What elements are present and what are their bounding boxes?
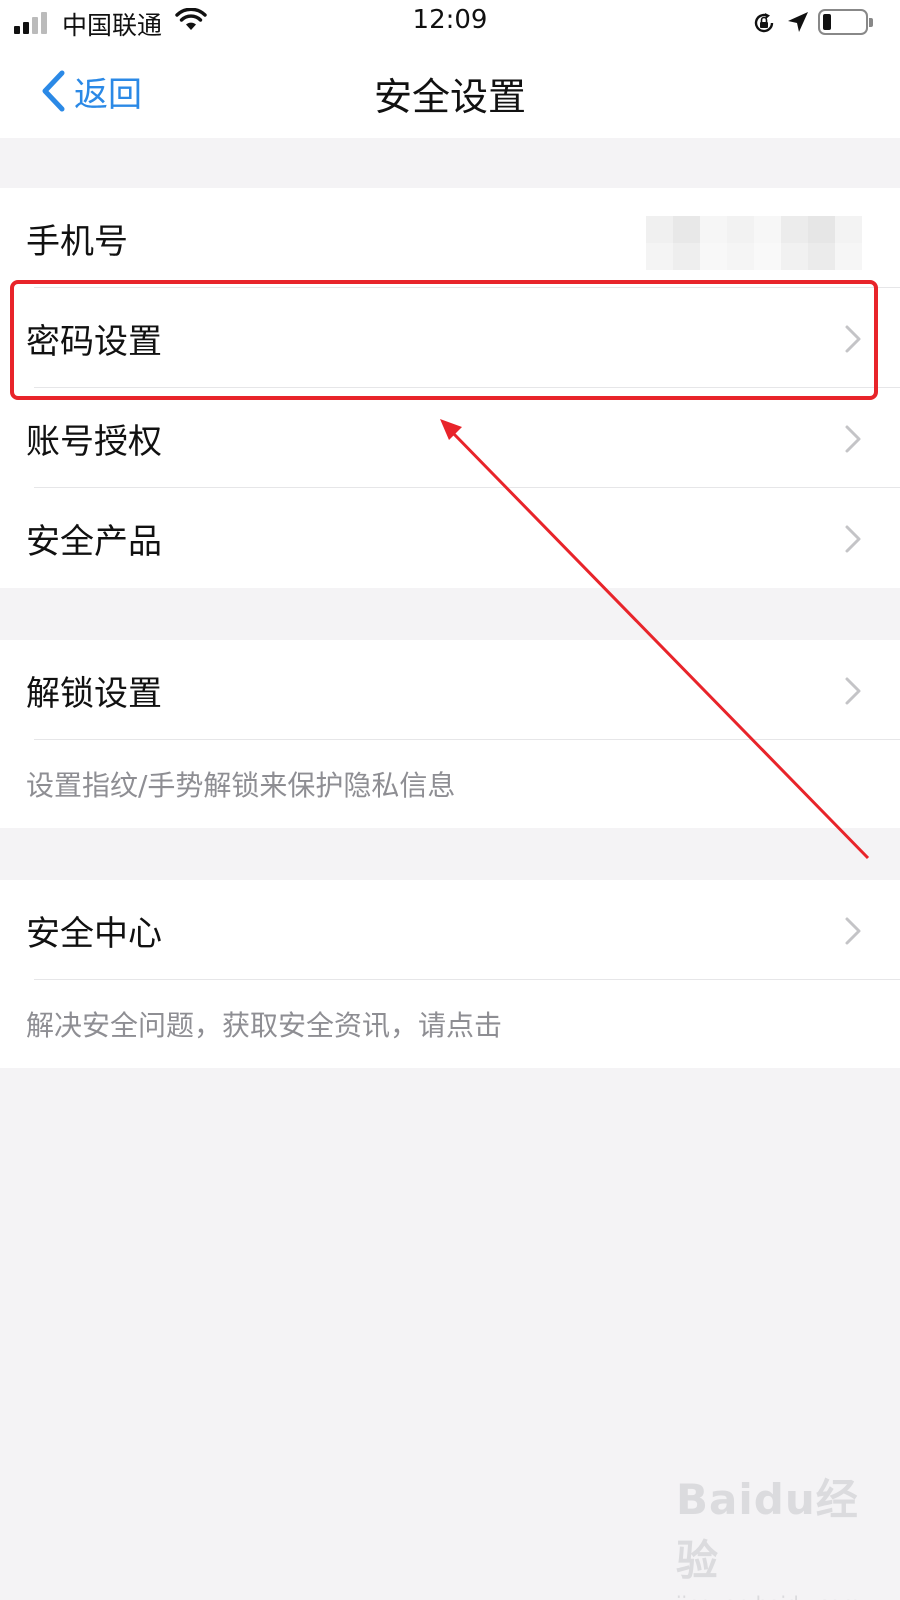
security-products-row[interactable]: 安全产品 [0, 488, 900, 588]
chevron-right-icon [845, 425, 861, 453]
account-authorization-label: 账号授权 [26, 421, 162, 462]
account-authorization-row[interactable]: 账号授权 [0, 388, 900, 488]
security-products-label: 安全产品 [26, 521, 162, 562]
status-bar: 中国联通 12:09 [0, 0, 900, 46]
security-center-hint: 解决安全问题，获取安全资讯，请点击 [26, 1009, 503, 1042]
password-settings-label: 密码设置 [26, 321, 162, 362]
phone-number-row[interactable]: 手机号 [0, 188, 900, 288]
chevron-right-icon [845, 917, 861, 945]
security-center-group: 安全中心 解决安全问题，获取安全资讯，请点击 [0, 880, 900, 1068]
security-center-label: 安全中心 [26, 913, 162, 954]
navigation-bar: 返回 安全设置 [0, 46, 900, 138]
phone-number-value-pixelated [646, 216, 862, 270]
chevron-right-icon [845, 525, 861, 553]
unlock-settings-row[interactable]: 解锁设置 [0, 640, 900, 740]
unlock-settings-label: 解锁设置 [26, 673, 162, 714]
security-center-row[interactable]: 安全中心 [0, 880, 900, 980]
location-arrow-icon [788, 12, 808, 32]
password-settings-row[interactable]: 密码设置 [0, 288, 900, 388]
baidu-jingyan-watermark: Baidu经验 jingyan.baidu.com [676, 1466, 886, 1600]
battery-icon [818, 9, 873, 35]
watermark-url: jingyan.baidu.com [676, 1592, 886, 1600]
rotation-lock-icon [754, 13, 774, 33]
phone-number-label: 手机号 [26, 221, 128, 262]
watermark-logo: Baidu经验 [676, 1475, 859, 1585]
account-settings-group: 手机号 密码设置 账号授权 安全产品 [0, 188, 900, 588]
chevron-right-icon [845, 677, 861, 705]
page-title: 安全设置 [373, 75, 526, 119]
unlock-settings-group: 解锁设置 设置指纹/手势解锁来保护隐私信息 [0, 640, 900, 828]
unlock-settings-hint: 设置指纹/手势解锁来保护隐私信息 [26, 769, 456, 802]
chevron-right-icon [845, 325, 861, 353]
